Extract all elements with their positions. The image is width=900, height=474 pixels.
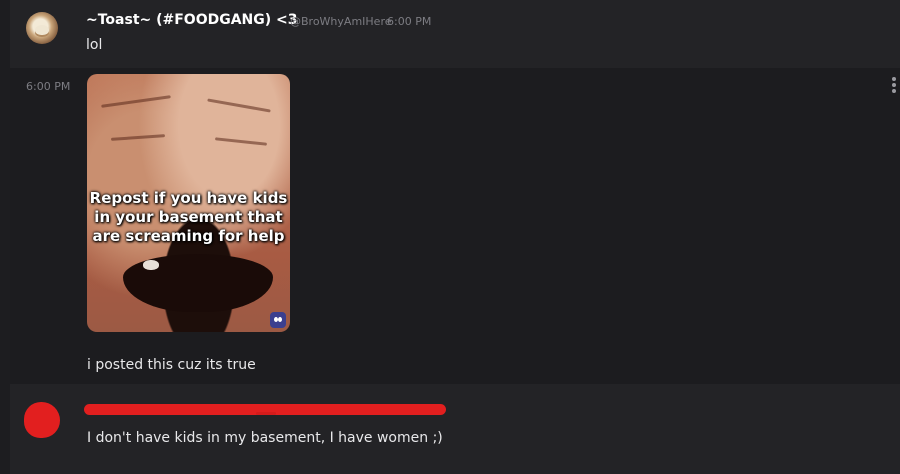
more-vertical-icon[interactable]	[888, 74, 900, 96]
message-2[interactable]: 6:00 PM Repost if you have kids in your …	[10, 68, 900, 384]
username[interactable]: ~Toast~ (#FOODGANG) <3	[86, 12, 298, 28]
message-timestamp: 6:00 PM	[387, 15, 432, 28]
user-handle[interactable]: @BroWhyAmIHere	[290, 15, 392, 28]
redaction-mark	[256, 412, 276, 415]
app-logo-icon	[270, 312, 286, 328]
image-detail	[207, 98, 271, 113]
meme-image[interactable]: Repost if you have kids in your basement…	[87, 74, 290, 332]
message-text: i posted this cuz its true	[87, 357, 256, 373]
message-text: lol	[86, 37, 103, 53]
message-1[interactable]: ~Toast~ (#FOODGANG) <3 @BroWhyAmIHere 6:…	[10, 0, 900, 68]
gutter-timestamp: 6:00 PM	[26, 80, 71, 93]
image-detail	[101, 95, 171, 108]
image-caption: Repost if you have kids in your basement…	[89, 189, 288, 245]
user-avatar[interactable]	[26, 12, 58, 44]
redacted-avatar[interactable]	[24, 402, 60, 438]
image-detail	[214, 137, 268, 146]
image-mouth	[123, 254, 273, 312]
chat-view: ~Toast~ (#FOODGANG) <3 @BroWhyAmIHere 6:…	[0, 0, 900, 474]
message-text: I don't have kids in my basement, I have…	[87, 430, 443, 446]
image-detail	[110, 134, 166, 141]
left-rail	[0, 0, 10, 474]
message-3[interactable]: I don't have kids in my basement, I have…	[10, 384, 900, 474]
